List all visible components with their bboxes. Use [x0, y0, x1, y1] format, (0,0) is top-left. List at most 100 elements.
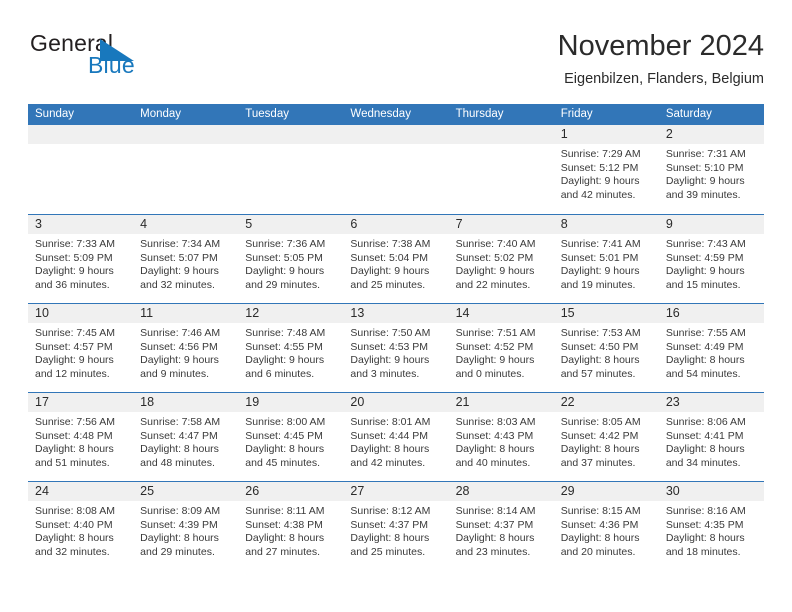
sunrise-text: Sunrise: 8:12 AM [350, 505, 431, 517]
calendar-day-cell[interactable]: 3 Sunrise: 7:33 AM Sunset: 5:09 PM Daylight… [28, 215, 134, 303]
calendar-day-cell[interactable]: 26 Sunrise: 8:11 AM Sunset: 4:38 PM Dayligh… [238, 482, 344, 570]
calendar-day-cell[interactable]: 27 Sunrise: 8:12 AM Sunset: 4:37 PM Dayligh… [343, 482, 449, 570]
daylight-text: Daylight: 9 hours [140, 265, 219, 278]
daylight-text: Daylight: 9 hours [350, 265, 430, 278]
calendar-day-cell[interactable]: 11 Sunrise: 7:46 AM Sunset: 4:56 PM Dayligh… [133, 304, 239, 392]
calendar-week-row: 24 Sunrise: 8:08 AM Sunset: 4:40 PM Dayligh… [28, 481, 764, 570]
brand-logo[interactable]: General Blue [28, 30, 288, 90]
calendar-day-cell[interactable]: 7 Sunrise: 7:40 AM Sunset: 5:02 PM Daylight… [448, 215, 554, 303]
calendar-day-cell[interactable]: 29 Sunrise: 8:15 AM Sunset: 4:36 PM Dayligh… [553, 482, 659, 570]
sunset-text: Sunset: 4:37 PM [350, 518, 429, 531]
calendar-day-cell[interactable]: 16 Sunrise: 7:55 AM Sunset: 4:49 PM Dayligh… [658, 304, 764, 392]
calendar-day-cell[interactable]: 28 Sunrise: 8:14 AM Sunset: 4:37 PM Dayligh… [448, 482, 554, 570]
calendar-day-cell[interactable]: 6 Sunrise: 7:38 AM Sunset: 5:04 PM Daylight… [343, 215, 449, 303]
brand-name-blue: Blue [88, 52, 135, 78]
sunset-text: Sunset: 4:56 PM [140, 340, 218, 353]
sun-info-block [28, 144, 133, 148]
date-band: 3 [28, 215, 134, 234]
calendar-day-cell[interactable]: 17 Sunrise: 7:56 AM Sunset: 4:48 PM Dayligh… [28, 393, 134, 481]
calendar-day-cell[interactable]: 10 Sunrise: 7:45 AM Sunset: 4:57 PM Dayligh… [28, 304, 134, 392]
sun-info-block: Sunrise: 7:50 AM Sunset: 4:53 PM Daylight:… [343, 323, 448, 381]
sunrise-text: Sunrise: 7:46 AM [140, 327, 221, 339]
sunrise-text: Sunrise: 7:53 AM [560, 327, 641, 339]
date-band: 23 [658, 393, 764, 412]
date-number: 30 [665, 484, 680, 498]
date-number: 4 [140, 217, 148, 231]
calendar-day-cell[interactable]: 8 Sunrise: 7:41 AM Sunset: 5:01 PM Daylight… [553, 215, 659, 303]
date-band: 19 [238, 393, 344, 412]
date-band: 6 [343, 215, 449, 234]
date-number: 22 [560, 395, 575, 409]
date-number: 1 [560, 127, 568, 141]
calendar-day-cell[interactable]: 14 Sunrise: 7:51 AM Sunset: 4:52 PM Dayligh… [448, 304, 554, 392]
sun-info-block: Sunrise: 7:56 AM Sunset: 4:48 PM Daylight:… [28, 412, 133, 470]
sunrise-text: Sunrise: 7:29 AM [560, 148, 641, 160]
daylight-text-cont: and 3 minutes. [350, 367, 420, 380]
date-band: 9 [658, 215, 764, 234]
daylight-text-cont: and 34 minutes. [665, 456, 741, 469]
sunrise-text: Sunrise: 7:41 AM [560, 238, 641, 250]
daylight-text: Daylight: 9 hours [560, 175, 640, 188]
date-band: 30 [658, 482, 764, 501]
date-number: 9 [665, 217, 673, 231]
date-number: 18 [140, 395, 155, 409]
sunset-text: Sunset: 4:38 PM [245, 518, 323, 531]
sunset-text: Sunset: 4:48 PM [35, 429, 113, 442]
daylight-text-cont: and 12 minutes. [35, 367, 110, 380]
daylight-text-cont: and 36 minutes. [35, 278, 110, 291]
date-number: 20 [350, 395, 365, 409]
calendar-day-cell[interactable]: 1 Sunrise: 7:29 AM Sunset: 5:12 PM Daylight… [553, 125, 659, 214]
date-number: 23 [665, 395, 680, 409]
sunset-text: Sunset: 4:42 PM [560, 429, 639, 442]
sunrise-text: Sunrise: 7:51 AM [455, 327, 536, 339]
calendar-day-cell[interactable]: 21 Sunrise: 8:03 AM Sunset: 4:43 PM Dayligh… [448, 393, 554, 481]
daylight-text-cont: and 15 minutes. [665, 278, 741, 291]
sun-info-block [238, 144, 343, 148]
sunrise-text: Sunrise: 7:56 AM [35, 416, 115, 428]
daylight-text-cont: and 23 minutes. [455, 545, 531, 558]
daylight-text-cont: and 19 minutes. [560, 278, 636, 291]
calendar-day-cell[interactable]: 19 Sunrise: 8:00 AM Sunset: 4:45 PM Dayligh… [238, 393, 344, 481]
sun-info-block: Sunrise: 7:48 AM Sunset: 4:55 PM Daylight:… [238, 323, 343, 381]
calendar-day-cell[interactable]: 9 Sunrise: 7:43 AM Sunset: 4:59 PM Daylight… [658, 215, 764, 303]
daylight-text-cont: and 22 minutes. [455, 278, 531, 291]
calendar-day-cell[interactable]: 12 Sunrise: 7:48 AM Sunset: 4:55 PM Dayligh… [238, 304, 344, 392]
sun-info-block: Sunrise: 7:43 AM Sunset: 4:59 PM Daylight:… [659, 234, 764, 292]
calendar-day-cell[interactable]: 5 Sunrise: 7:36 AM Sunset: 5:05 PM Daylight… [238, 215, 344, 303]
calendar-day-cell[interactable]: 4 Sunrise: 7:34 AM Sunset: 5:07 PM Daylight… [133, 215, 239, 303]
calendar-day-cell[interactable]: 22 Sunrise: 8:05 AM Sunset: 4:42 PM Dayligh… [553, 393, 659, 481]
date-band: 27 [343, 482, 449, 501]
date-band [133, 125, 239, 144]
date-number: 21 [455, 395, 470, 409]
date-number: 13 [350, 306, 365, 320]
calendar-day-cell[interactable]: 2 Sunrise: 7:31 AM Sunset: 5:10 PM Daylight… [658, 125, 764, 214]
calendar-day-cell[interactable]: 25 Sunrise: 8:09 AM Sunset: 4:39 PM Dayligh… [133, 482, 239, 570]
sunrise-text: Sunrise: 7:43 AM [665, 238, 746, 250]
sun-info-block: Sunrise: 8:08 AM Sunset: 4:40 PM Daylight:… [28, 501, 133, 559]
calendar-day-cell[interactable]: 23 Sunrise: 8:06 AM Sunset: 4:41 PM Dayligh… [658, 393, 764, 481]
calendar-day-cell[interactable]: 18 Sunrise: 7:58 AM Sunset: 4:47 PM Dayligh… [133, 393, 239, 481]
calendar-day-cell[interactable]: 15 Sunrise: 7:53 AM Sunset: 4:50 PM Dayligh… [553, 304, 659, 392]
calendar-day-cell-empty [28, 125, 134, 214]
date-number: 11 [140, 306, 154, 320]
calendar-day-cell[interactable]: 20 Sunrise: 8:01 AM Sunset: 4:44 PM Dayligh… [343, 393, 449, 481]
sunset-text: Sunset: 5:05 PM [245, 251, 323, 264]
date-band [238, 125, 344, 144]
calendar-day-cell[interactable]: 24 Sunrise: 8:08 AM Sunset: 4:40 PM Dayligh… [28, 482, 134, 570]
calendar-day-cell[interactable]: 13 Sunrise: 7:50 AM Sunset: 4:53 PM Dayligh… [343, 304, 449, 392]
sun-info-block: Sunrise: 8:16 AM Sunset: 4:35 PM Daylight:… [659, 501, 764, 559]
sun-info-block: Sunrise: 8:15 AM Sunset: 4:36 PM Daylight:… [554, 501, 659, 559]
sunrise-text: Sunrise: 8:11 AM [245, 505, 325, 517]
sunset-text: Sunset: 4:50 PM [560, 340, 639, 353]
calendar-week-row: 17 Sunrise: 7:56 AM Sunset: 4:48 PM Dayligh… [28, 392, 764, 481]
sun-info-block: Sunrise: 8:11 AM Sunset: 4:38 PM Daylight:… [238, 501, 343, 559]
sunset-text: Sunset: 4:41 PM [665, 429, 744, 442]
daylight-text-cont: and 37 minutes. [560, 456, 636, 469]
page-title: November 2024 [557, 30, 764, 62]
daylight-text: Daylight: 8 hours [560, 532, 640, 545]
calendar-day-cell[interactable]: 30 Sunrise: 8:16 AM Sunset: 4:35 PM Dayligh… [658, 482, 764, 570]
sunset-text: Sunset: 4:35 PM [665, 518, 744, 531]
date-number: 16 [665, 306, 680, 320]
sunrise-text: Sunrise: 8:03 AM [455, 416, 536, 428]
date-number: 15 [560, 306, 575, 320]
